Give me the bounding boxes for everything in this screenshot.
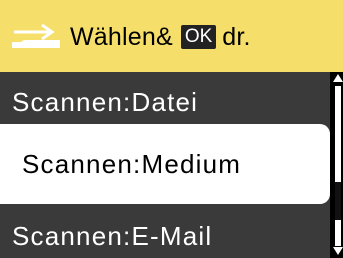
scan-icon: [12, 23, 60, 48]
header-title-suffix: dr.: [222, 22, 251, 51]
header-title: Wählen& OK dr.: [70, 20, 251, 54]
menu-list: Scannen:Datei Scannen:Medium Scannen:E-M…: [0, 72, 330, 258]
header-title-text: Wählen&: [70, 22, 173, 51]
scrollbar-thumb[interactable]: [335, 182, 341, 220]
menu-item-scan-to-email[interactable]: Scannen:E-Mail: [0, 214, 330, 258]
menu-item-scan-to-file[interactable]: Scannen:Datei: [0, 80, 330, 124]
scroll-up-arrow-icon[interactable]: [333, 74, 343, 82]
lcd-screen: Wählen& OK dr. Scannen:Datei Scannen:Med…: [0, 0, 343, 258]
scroll-down-arrow-icon[interactable]: [333, 247, 343, 255]
header-bar: Wählen& OK dr.: [0, 0, 343, 72]
scrollbar-track[interactable]: [335, 86, 341, 246]
ok-badge: OK: [180, 25, 217, 49]
menu-item-scan-to-media[interactable]: Scannen:Medium: [0, 124, 330, 204]
